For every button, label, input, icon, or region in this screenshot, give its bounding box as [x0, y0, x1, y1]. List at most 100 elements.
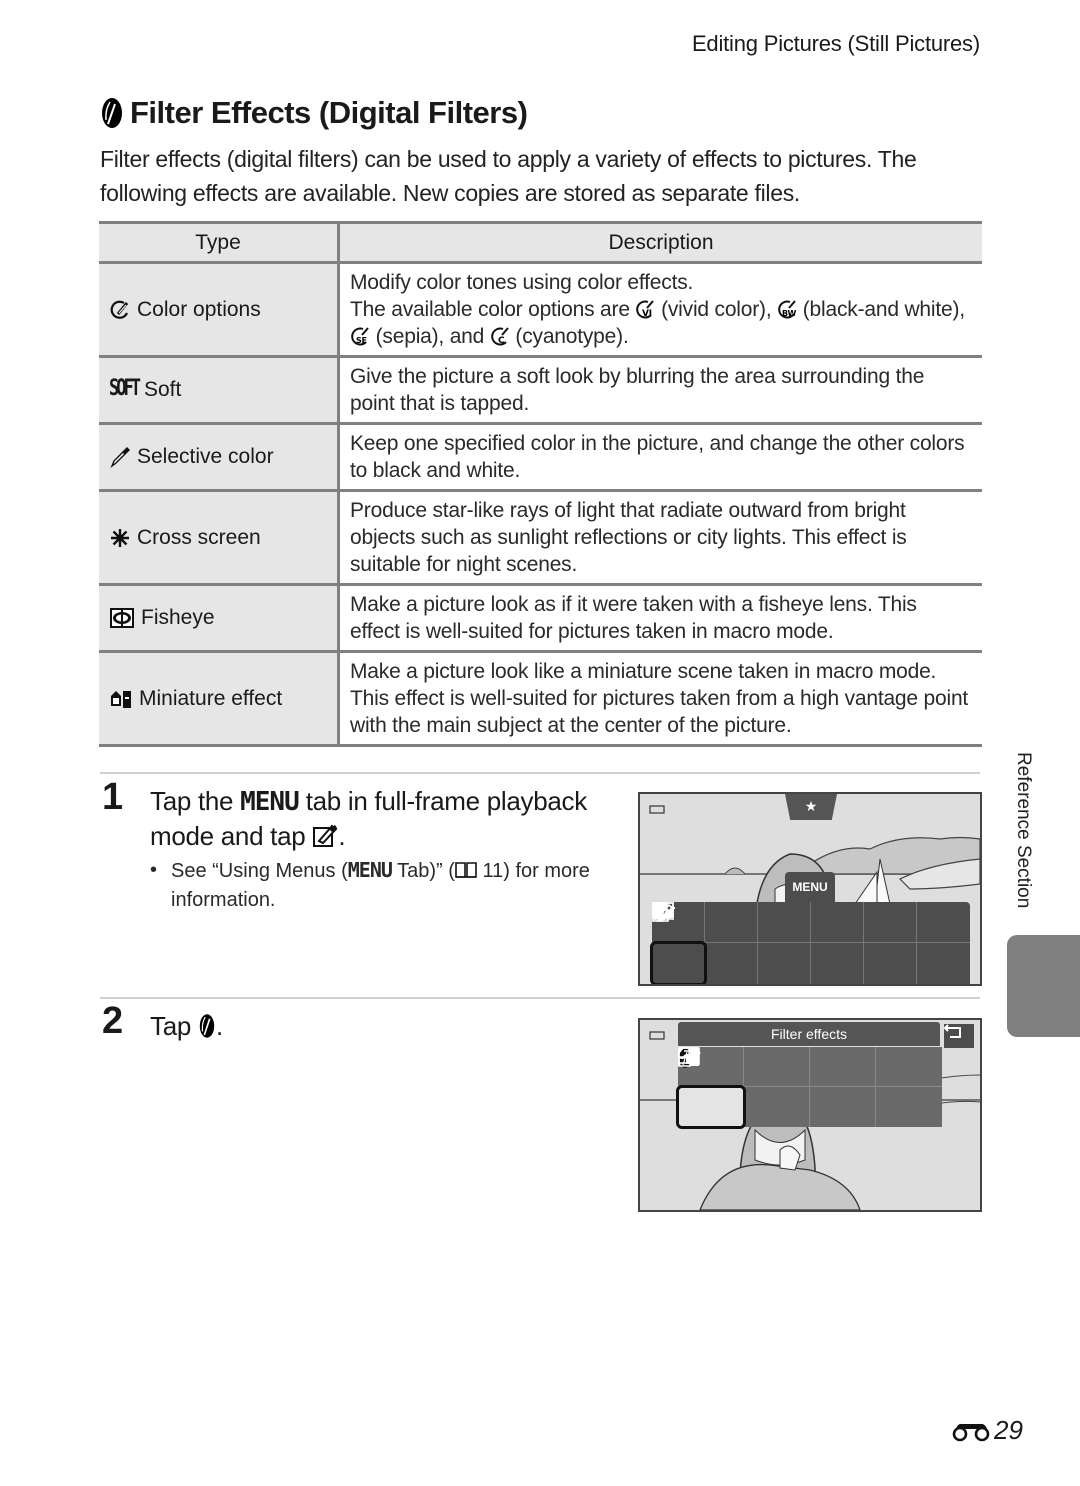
step-divider — [100, 772, 980, 774]
section-title-text: Filter Effects (Digital Filters) — [130, 95, 528, 130]
empty-slot — [811, 943, 864, 984]
setup-button[interactable] — [654, 903, 970, 984]
description-cell: Give the picture a soft look by blurring… — [338, 356, 982, 425]
sepia-icon: SE — [351, 327, 369, 346]
fisheye-button[interactable] — [678, 1047, 876, 1087]
miniature-effect-icon — [111, 690, 131, 708]
favorite-tab[interactable]: ★ — [785, 794, 837, 820]
step-divider — [100, 997, 980, 999]
color-options-icon — [110, 300, 129, 319]
type-label: Cross screen — [137, 525, 261, 549]
soft-icon: SOFT — [109, 375, 141, 402]
type-label: Color options — [137, 297, 261, 321]
cross-screen-icon — [111, 528, 129, 547]
svg-text:SE: SE — [356, 336, 367, 345]
type-cell: Miniature effect — [99, 651, 340, 747]
filter-effects-button-selected[interactable] — [676, 1048, 746, 1129]
delete-button[interactable] — [653, 902, 758, 943]
selective-color-icon — [110, 447, 130, 468]
table-row: Fisheye Make a picture look as if it wer… — [99, 584, 982, 653]
column-header-description: Description — [338, 221, 982, 264]
description-cell: Make a picture look as if it were taken … — [338, 584, 982, 653]
step-instruction: Tap . — [150, 1009, 223, 1043]
filter-effects-table: Type Description Color options Modify co… — [99, 221, 982, 747]
table-header-row: Type Description — [99, 221, 982, 264]
table-row: SOFT Soft Give the picture a soft look b… — [99, 356, 982, 425]
small-picture-button[interactable] — [678, 1047, 942, 1127]
table-row: Cross screen Produce star-like rays of l… — [99, 490, 982, 586]
filter-effects-panel-title: Filter effects — [678, 1022, 940, 1046]
book-reference-icon — [455, 862, 477, 878]
small-picture-icon — [678, 1047, 699, 1067]
step-text: . — [215, 1011, 223, 1041]
type-cell: Selective color — [99, 423, 340, 492]
slideshow-button[interactable] — [652, 902, 811, 943]
description-cell: Make a picture look like a miniature sce… — [338, 651, 982, 747]
description-text: (black-and white), — [802, 298, 965, 321]
intro-paragraph: Filter effects (digital filters) can be … — [100, 146, 917, 206]
back-icon — [944, 1024, 961, 1038]
page-reference[interactable]: 11 — [482, 860, 503, 882]
type-cell: SOFT Soft — [99, 356, 340, 425]
type-cell: Color options — [99, 262, 340, 358]
section-thumb-tab[interactable] — [1007, 935, 1080, 1037]
step-text: tab in full-frame playback — [305, 786, 588, 816]
bullet-dot: • — [150, 859, 158, 881]
filter-effects-icon — [102, 98, 122, 128]
protect-button[interactable] — [652, 902, 864, 943]
black-and-white-icon: BW — [778, 300, 797, 319]
reference-section-label: Reference Section — [1013, 752, 1034, 909]
step-bullet: • See “Using Menus (MENU Tab)” ( 11) for… — [150, 856, 590, 915]
print-order-button[interactable] — [652, 902, 917, 943]
retouch-button[interactable] — [653, 902, 970, 943]
type-label: Selective color — [137, 445, 274, 468]
description-cell: Modify color tones using color effects. … — [338, 262, 982, 358]
svg-text:BW: BW — [782, 309, 796, 318]
menu-grid: ★ — [650, 902, 970, 984]
description-text: The available color options are — [350, 298, 630, 321]
step-text: Tap the — [150, 786, 234, 816]
filter-effects-icon — [199, 1014, 215, 1038]
menu-tab[interactable]: MENU — [785, 872, 835, 902]
type-cell: Fisheye — [99, 584, 340, 653]
description-cell: Produce star-like rays of light that rad… — [338, 490, 982, 586]
color-options-list: The available color options are VI (vivi… — [350, 296, 972, 350]
type-label: Soft — [143, 378, 182, 401]
voice-memo-button[interactable] — [652, 902, 758, 984]
fisheye-icon — [110, 608, 134, 628]
table-row: Miniature effect Make a picture look lik… — [99, 651, 982, 747]
svg-text:VI: VI — [642, 309, 652, 319]
page-number-text: 29 — [994, 1415, 1023, 1445]
table-row: Selective color Keep one specified color… — [99, 423, 982, 492]
quick-retouch-button[interactable] — [678, 1047, 876, 1127]
type-label: Fisheye — [141, 606, 215, 629]
type-cell: Cross screen — [99, 490, 340, 586]
description-text: (sepia), and — [375, 325, 485, 348]
menu-label: MENU — [240, 787, 300, 817]
description-text: Modify color tones using color effects. — [350, 271, 694, 294]
column-header-type: Type — [99, 221, 340, 264]
bullet-text: See “Using Menus ( — [171, 860, 348, 882]
type-label: Miniature effect — [139, 686, 283, 710]
table-row: Color options Modify color tones using c… — [99, 262, 982, 358]
step-number: 2 — [102, 1000, 124, 1042]
cyanotype-icon: C — [491, 327, 509, 346]
edit-button-selected[interactable] — [650, 903, 707, 984]
selective-color-button[interactable] — [678, 1047, 810, 1087]
setup-icon — [654, 903, 666, 921]
miniature-effect-button[interactable] — [679, 1047, 942, 1087]
copy-button[interactable] — [652, 902, 811, 984]
empty-slot — [864, 943, 917, 984]
running-header: Editing Pictures (Still Pictures) — [691, 31, 980, 56]
binoculars-icon — [952, 1423, 990, 1441]
bullet-text: Tab)” ( — [397, 860, 455, 882]
step-text: mode and tap — [150, 821, 306, 851]
description-cell: Keep one specified color in the picture,… — [338, 423, 982, 492]
menu-label: MENU — [347, 858, 393, 882]
step-instruction: Tap the MENU tab in full-frame playback … — [150, 784, 620, 853]
edit-icon — [313, 824, 338, 847]
back-button[interactable] — [944, 1024, 974, 1048]
paint-button[interactable] — [678, 1047, 810, 1127]
description-text: (cyanotype). — [515, 325, 629, 348]
description-text: (vivid color), — [661, 298, 772, 321]
